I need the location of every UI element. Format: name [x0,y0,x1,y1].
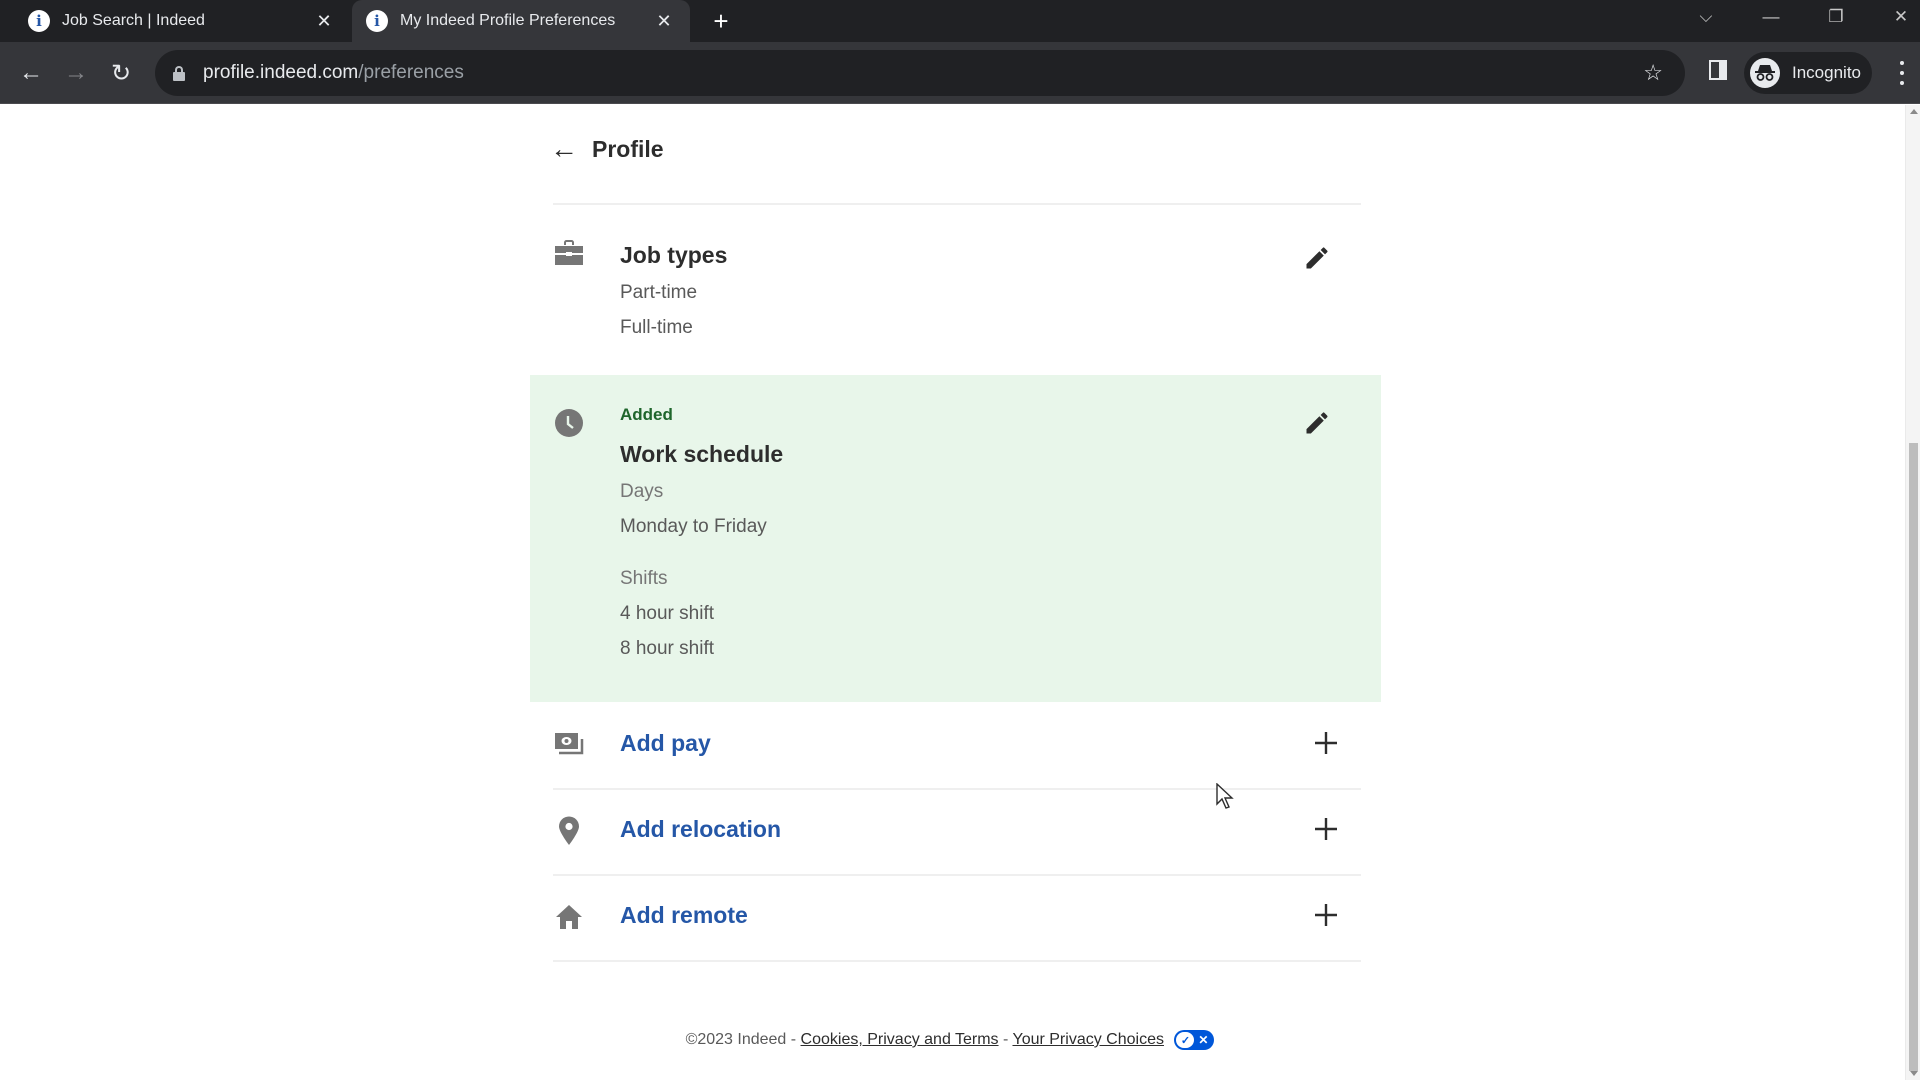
tab-title: My Indeed Profile Preferences [400,12,616,29]
clock-icon [554,408,584,438]
scrollbar-thumb[interactable] [1909,443,1918,1071]
tab-strip: i Job Search | Indeed ✕ i My Indeed Prof… [0,0,1920,42]
plus-icon[interactable] [1311,900,1341,930]
plus-icon[interactable] [1311,728,1341,758]
tab-profile-preferences[interactable]: i My Indeed Profile Preferences ✕ [352,0,690,42]
add-pay-label[interactable]: Add pay [620,730,711,757]
work-schedule-section: Added Work schedule Days Monday to Frida… [530,375,1381,702]
restore-button[interactable]: ❐ [1808,0,1864,34]
incognito-label: Incognito [1792,63,1861,82]
home-icon [554,902,584,932]
url-path: /preferences [358,62,464,83]
job-types-title: Job types [620,242,728,268]
address-bar[interactable]: profile.indeed.com/preferences ☆ [155,50,1685,96]
browser-toolbar: ← → ↻ profile.indeed.com/preferences ☆ I… [0,42,1920,104]
location-pin-icon [554,816,584,846]
tab-search-chevron-icon[interactable]: ⌵ [1678,0,1734,34]
tab-title: Job Search | Indeed [62,12,205,29]
back-to-profile-link[interactable]: ← Profile [550,135,664,163]
pencil-icon [1306,412,1328,434]
scroll-up-arrow-icon[interactable] [1910,109,1918,114]
close-tab-icon[interactable]: ✕ [312,9,336,33]
job-type-value: Part-time [620,282,698,303]
page-scrollbar[interactable] [1905,105,1920,1080]
privacy-choices-toggle-icon[interactable]: ✓ ✕ [1174,1030,1215,1050]
work-schedule-title: Work schedule [620,441,784,467]
your-privacy-choices-link[interactable]: Your Privacy Choices [1012,1031,1163,1048]
plus-icon[interactable] [1311,814,1341,844]
close-tab-icon[interactable]: ✕ [652,9,676,33]
add-remote-label[interactable]: Add remote [620,902,748,929]
add-relocation-row[interactable]: Add relocation [530,788,1381,874]
mouse-cursor-icon [1216,783,1234,809]
shift-value: 4 hour shift [620,603,714,624]
indeed-favicon-icon: i [28,10,50,32]
back-arrow-icon[interactable]: ← [14,56,48,90]
cookies-privacy-terms-link[interactable]: Cookies, Privacy and Terms [801,1031,999,1048]
incognito-profile-button[interactable]: Incognito [1744,52,1872,94]
preferences-page: ← Profile Job types Part-time Full-time … [0,105,1900,1080]
reload-icon[interactable]: ↻ [104,56,138,90]
forward-arrow-icon[interactable]: → [59,56,93,90]
new-tab-button[interactable]: + [706,6,736,36]
money-icon [554,730,584,760]
job-type-value: Full-time [620,317,693,338]
close-window-button[interactable]: ✕ [1873,0,1920,34]
tab-job-search[interactable]: i Job Search | Indeed ✕ [0,0,350,42]
copyright-text: ©2023 Indeed [685,1031,787,1049]
side-panel-icon[interactable] [1707,59,1729,81]
lock-icon [173,65,185,81]
indeed-favicon-icon: i [366,10,388,32]
added-status-badge: Added [620,405,673,424]
back-label: Profile [592,135,664,162]
footer: ©2023 Indeed - Cookies, Privacy and Term… [0,1030,1900,1050]
divider [553,960,1361,962]
incognito-icon [1750,58,1780,88]
separator: - [998,1031,1013,1049]
scroll-down-arrow-icon[interactable] [1910,1071,1918,1076]
arrow-left-icon: ← [550,133,578,164]
bookmark-star-icon[interactable]: ☆ [1643,60,1663,86]
browser-menu-icon[interactable] [1895,58,1909,88]
add-pay-row[interactable]: Add pay [530,702,1381,788]
minimize-button[interactable]: — [1743,0,1799,34]
separator: - [786,1031,801,1049]
shift-value: 8 hour shift [620,638,714,659]
job-types-section: Job types Part-time Full-time [530,230,1381,370]
pencil-icon [1306,247,1328,269]
url-text: profile.indeed.com/preferences [203,62,464,84]
add-relocation-label[interactable]: Add relocation [620,816,781,843]
briefcase-icon [554,238,584,268]
edit-job-types-button[interactable] [1301,242,1333,274]
days-label: Days [620,481,664,502]
days-value: Monday to Friday [620,516,767,537]
divider [553,203,1361,205]
edit-work-schedule-button[interactable] [1301,407,1333,439]
url-domain: profile.indeed.com [203,62,359,83]
add-remote-row[interactable]: Add remote [530,874,1381,960]
shifts-label: Shifts [620,568,668,589]
